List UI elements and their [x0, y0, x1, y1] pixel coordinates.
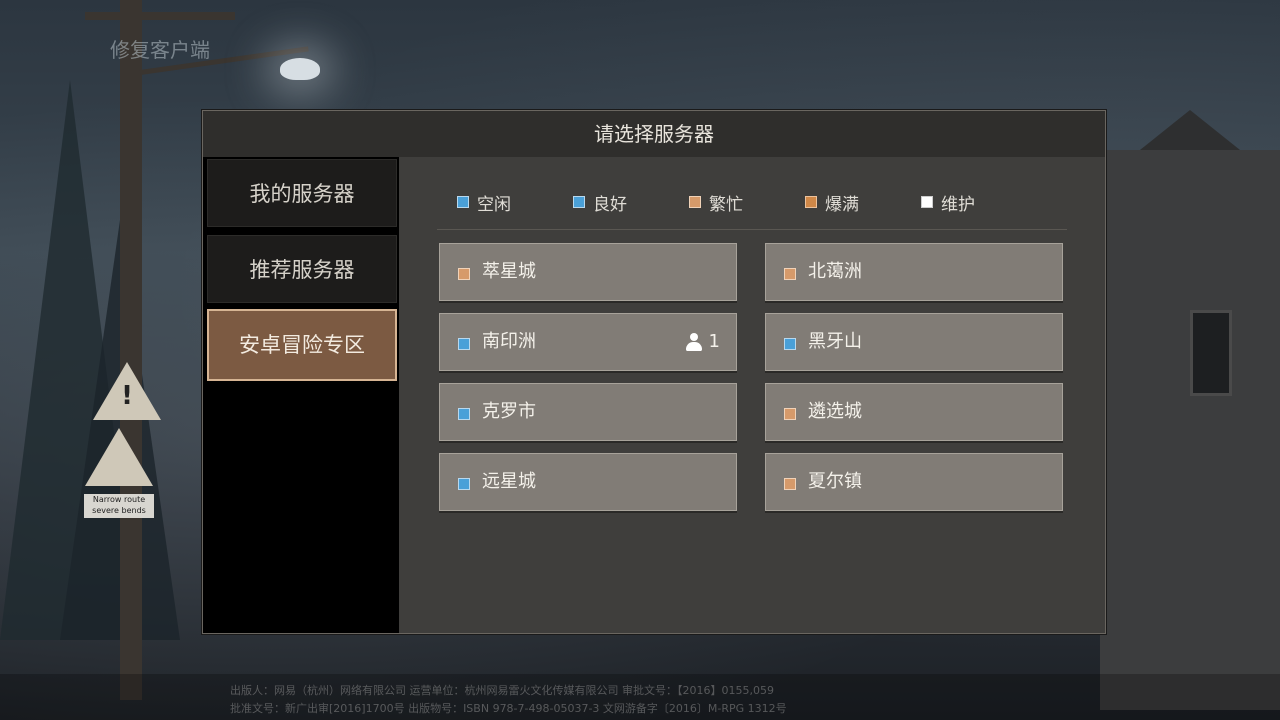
status-maintenance-icon: [921, 196, 933, 208]
footer-publisher-line: 出版人：网易（杭州）网络有限公司 运营单位：杭州网易雷火文化传媒有限公司 审批文…: [230, 684, 774, 697]
server-name: 南印洲: [482, 331, 536, 352]
tab-recommended-servers[interactable]: 推荐服务器: [207, 235, 397, 303]
utility-pole: [120, 0, 142, 700]
server-name: 远星城: [482, 471, 536, 492]
server-item[interactable]: 黑牙山: [765, 313, 1063, 371]
dialog-title: 请选择服务器: [203, 111, 1105, 158]
server-item[interactable]: 南印洲 1: [439, 313, 737, 371]
warning-sign-icon: !: [93, 362, 161, 420]
user-icon: [685, 333, 703, 351]
utility-pole-crossbar: [85, 12, 235, 20]
server-item[interactable]: 萃星城: [439, 243, 737, 301]
street-lamp: [280, 58, 320, 80]
legend-item-maintenance: 维护: [921, 187, 975, 217]
road-sign-plate: Narrow route severe bends: [84, 494, 154, 518]
server-item[interactable]: 遴选城: [765, 383, 1063, 441]
status-busy-icon: [784, 268, 796, 280]
server-name: 萃星城: [482, 261, 536, 282]
status-idle-icon: [457, 196, 469, 208]
legend-label: 空闲: [477, 194, 511, 215]
legend-label: 爆满: [825, 194, 859, 215]
server-select-dialog: 请选择服务器 我的服务器 推荐服务器 安卓冒险专区 空闲 良好 繁忙 爆满 维护…: [202, 110, 1106, 634]
status-good-icon: [458, 338, 470, 350]
status-good-icon: [458, 408, 470, 420]
status-busy-icon: [784, 408, 796, 420]
status-busy-icon: [784, 478, 796, 490]
server-name: 黑牙山: [808, 331, 862, 352]
legend-label: 良好: [593, 194, 627, 215]
legend-label: 维护: [941, 194, 975, 215]
deer-crossing-sign-icon: [85, 428, 153, 486]
legend-divider: [437, 229, 1067, 230]
house-window: [1190, 310, 1232, 396]
server-name: 夏尔镇: [808, 471, 862, 492]
character-count: 1: [685, 314, 720, 370]
repair-client-link[interactable]: 修复客户端: [110, 34, 210, 63]
footer-license-line: 批准文号：新广出审[2016]1700号 出版物号：ISBN 978-7-498…: [230, 702, 787, 715]
legend-label: 繁忙: [709, 194, 743, 215]
server-item[interactable]: 北蔼洲: [765, 243, 1063, 301]
character-count-value: 1: [708, 331, 720, 352]
legend-item-full: 爆满: [805, 187, 859, 217]
legend-item-busy: 繁忙: [689, 187, 743, 217]
house: [1100, 150, 1280, 710]
status-legend: 空闲 良好 繁忙 爆满 维护: [457, 187, 1037, 217]
status-good-icon: [784, 338, 796, 350]
server-item[interactable]: 夏尔镇: [765, 453, 1063, 511]
legend-item-good: 良好: [573, 187, 627, 217]
status-busy-icon: [689, 196, 701, 208]
server-item[interactable]: 远星城: [439, 453, 737, 511]
server-name: 克罗市: [482, 401, 536, 422]
exclamation-icon: !: [121, 381, 133, 411]
status-busy-icon: [458, 268, 470, 280]
server-category-sidebar: 我的服务器 推荐服务器 安卓冒险专区: [203, 157, 399, 633]
server-name: 遴选城: [808, 401, 862, 422]
status-good-icon: [458, 478, 470, 490]
server-list-panel: 空闲 良好 繁忙 爆满 维护 萃星城 北蔼洲 南印洲 1 黑牙山 克罗市 遴选城…: [399, 157, 1105, 633]
footer-bar: 出版人：网易（杭州）网络有限公司 运营单位：杭州网易雷火文化传媒有限公司 审批文…: [0, 674, 1280, 720]
server-name: 北蔼洲: [808, 261, 862, 282]
tab-my-servers[interactable]: 我的服务器: [207, 159, 397, 227]
tab-android-adventure-zone[interactable]: 安卓冒险专区: [207, 309, 397, 381]
legend-item-idle: 空闲: [457, 187, 511, 217]
server-item[interactable]: 克罗市: [439, 383, 737, 441]
status-full-icon: [805, 196, 817, 208]
status-good-icon: [573, 196, 585, 208]
